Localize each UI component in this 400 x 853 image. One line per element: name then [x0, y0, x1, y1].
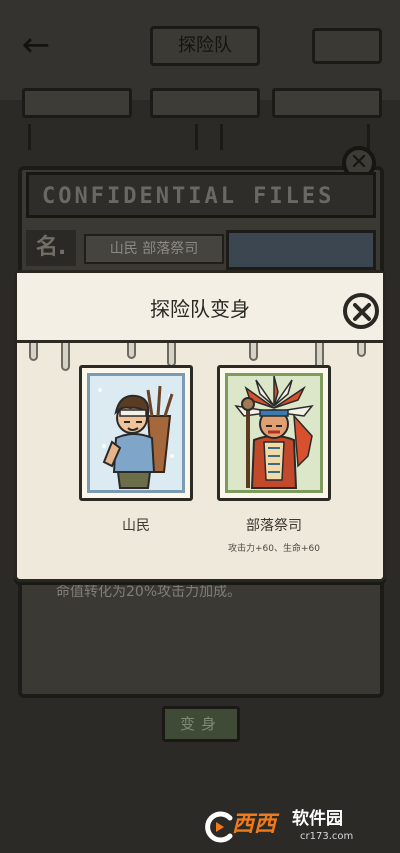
- tribal-priest-portrait: [225, 373, 323, 493]
- watermark-name: 软件园: [292, 809, 343, 829]
- site-watermark: 西西 软件园 cr173.com: [202, 806, 392, 846]
- close-icon[interactable]: [343, 293, 379, 329]
- option-bonus-tribal-priest: 攻击力+60、生命+60: [228, 544, 320, 554]
- option-label-mountaineer: 山民: [122, 518, 150, 534]
- transform-modal: 探险队变身 山民 部落祭司 攻击力+60、生命+60: [14, 270, 386, 582]
- option-card-mountaineer[interactable]: [79, 365, 193, 501]
- drip-decoration: [357, 343, 366, 357]
- drip-decoration: [249, 343, 258, 361]
- mountaineer-portrait: [87, 373, 185, 493]
- name-value: 山民 部落祭司: [84, 234, 224, 264]
- watermark-url: cr173.com: [300, 831, 354, 842]
- sub-tab-left: [28, 124, 198, 150]
- option-card-tribal-priest[interactable]: [217, 365, 331, 501]
- drip-decoration: [29, 343, 38, 361]
- tab-strip-left[interactable]: [22, 88, 132, 118]
- screen-title: 探险队: [150, 26, 260, 66]
- tab-strip-middle[interactable]: [150, 88, 260, 118]
- drip-decoration: [61, 343, 70, 371]
- tab-strip-right[interactable]: [272, 88, 382, 118]
- watermark-logo-icon: [202, 810, 236, 844]
- drip-decoration: [167, 343, 176, 367]
- portrait-strip: [226, 230, 376, 270]
- transform-button[interactable]: 变身: [162, 706, 240, 742]
- top-right-button[interactable]: [312, 28, 382, 64]
- files-banner-text: CONFIDENTIAL FILES: [42, 184, 335, 209]
- watermark-brand: 西西: [232, 812, 277, 837]
- skill-description: 命值转化为20%攻击力加成。: [56, 584, 242, 600]
- option-label-tribal-priest: 部落祭司: [246, 518, 302, 534]
- drip-decoration: [127, 343, 136, 359]
- modal-title: 探险队变身: [150, 297, 250, 321]
- sub-tab-right: [220, 124, 370, 150]
- name-row: 名. 山民 部落祭司: [26, 226, 376, 270]
- name-tag: 名.: [26, 230, 76, 266]
- back-arrow-icon[interactable]: ←: [16, 28, 56, 62]
